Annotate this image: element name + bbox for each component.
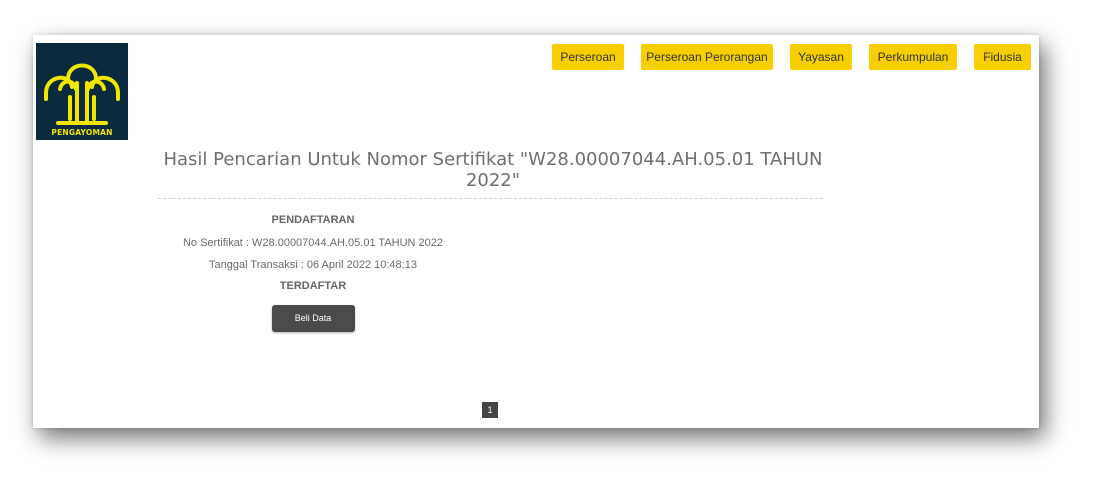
result-heading: PENDAFTARAN: [271, 214, 355, 226]
search-result-item: PENDAFTARAN No Sertifikat : W28.00007044…: [158, 210, 468, 332]
divider: [158, 198, 823, 199]
pengayoman-logo[interactable]: PENGAYOMAN: [36, 43, 128, 140]
certificate-number: No Sertifikat : W28.00007044.AH.05.01 TA…: [182, 237, 444, 249]
nav-perseroan-button[interactable]: Perseroan: [552, 44, 624, 70]
pagination-page-1[interactable]: 1: [482, 402, 498, 418]
logo-text: PENGAYOMAN: [51, 128, 113, 137]
pengayoman-emblem-icon: [44, 63, 120, 125]
search-results-title: Hasil Pencarian Untuk Nomor Sertifikat "…: [163, 149, 823, 191]
buy-data-button[interactable]: Beli Data: [271, 305, 355, 332]
registration-status: TERDAFTAR: [279, 280, 347, 292]
page-container: PENGAYOMAN Perseroan Perseroan Peroranga…: [33, 35, 1039, 428]
nav-perkumpulan-button[interactable]: Perkumpulan: [869, 44, 957, 70]
nav-perseroan-perorangan-button[interactable]: Perseroan Perorangan: [641, 44, 773, 70]
transaction-date: Tanggal Transaksi : 06 April 2022 10:48:…: [209, 259, 417, 271]
nav-fidusia-button[interactable]: Fidusia: [974, 44, 1031, 70]
nav-yayasan-button[interactable]: Yayasan: [790, 44, 852, 70]
